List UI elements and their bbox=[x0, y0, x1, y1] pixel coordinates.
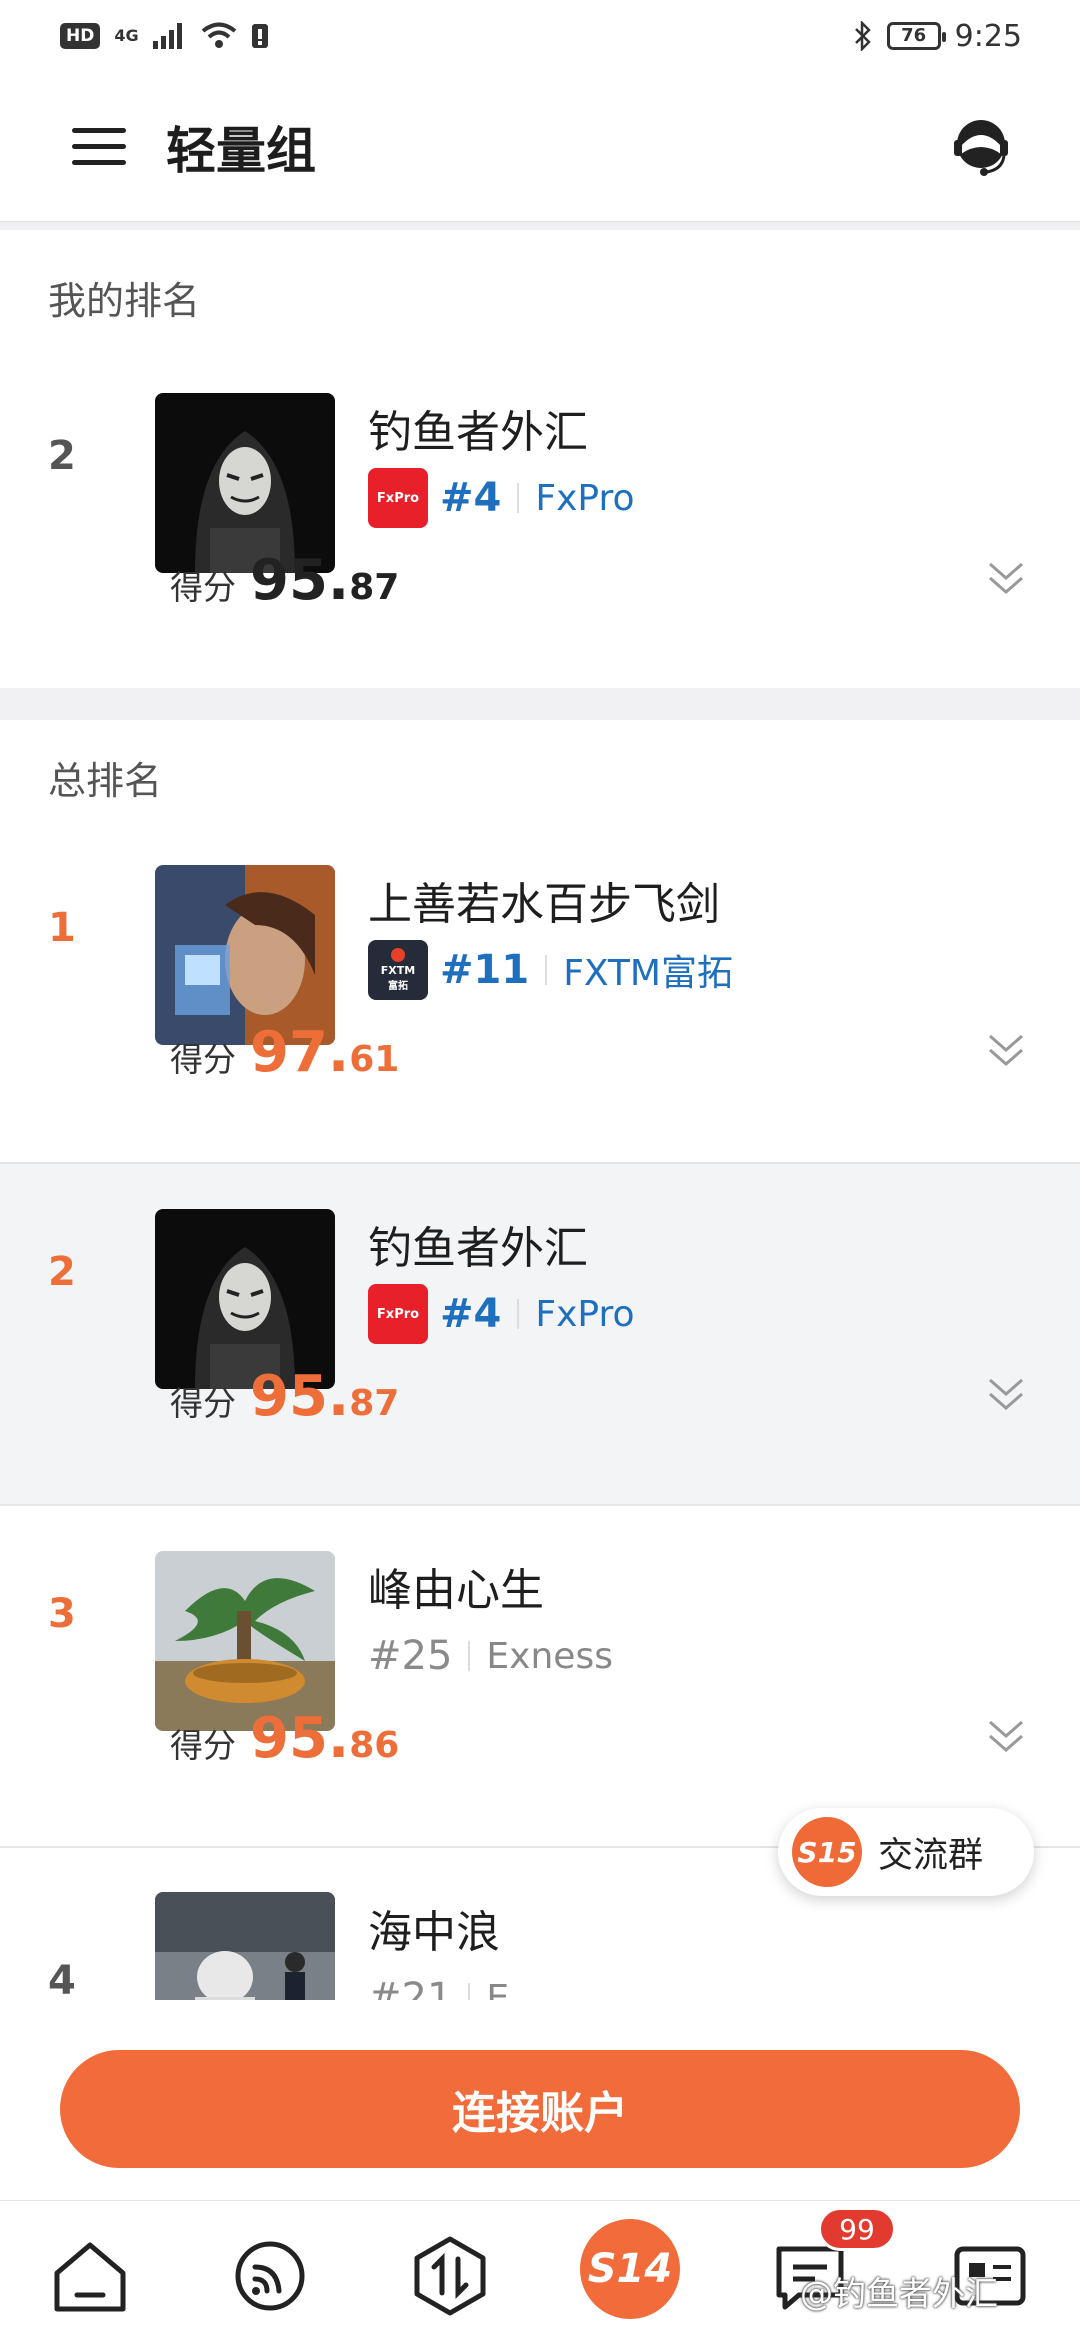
avatar bbox=[155, 1209, 335, 1389]
score: 得分 95. 87 bbox=[170, 548, 399, 613]
divider bbox=[517, 483, 520, 513]
account-number: #4 bbox=[440, 1291, 502, 1337]
score: 得分 95. 87 bbox=[170, 1364, 399, 1429]
score-decimal: 86 bbox=[349, 1725, 400, 1766]
hd-indicator: HD bbox=[60, 23, 101, 49]
trader-name: 钓鱼者外汇 bbox=[368, 407, 588, 458]
battery-level: 76 bbox=[886, 22, 946, 50]
fxpro-logo: FxPro bbox=[368, 468, 428, 528]
clock: 9:25 bbox=[954, 18, 1022, 54]
status-bar: HD 4G 76 9:25 bbox=[0, 0, 1080, 72]
broker-link[interactable]: FXTM富拓 bbox=[563, 944, 733, 996]
chevron-down-icon[interactable] bbox=[984, 1030, 1028, 1070]
page-title: 轻量组 bbox=[166, 121, 316, 180]
feed-icon[interactable] bbox=[225, 2231, 315, 2321]
score-decimal: 87 bbox=[349, 1383, 400, 1424]
score-decimal: 87 bbox=[349, 567, 400, 608]
score: 得分 95. 86 bbox=[170, 1706, 399, 1771]
ranking-row-3[interactable]: 3 峰由心生 #25 Exness 得分 95. 86 bbox=[0, 1504, 1080, 1846]
account-number: #4 bbox=[440, 475, 502, 521]
customer-service-icon[interactable] bbox=[948, 114, 1014, 180]
chevron-down-icon[interactable] bbox=[984, 1716, 1028, 1756]
trader-name: 钓鱼者外汇 bbox=[368, 1223, 588, 1274]
bluetooth-icon bbox=[854, 21, 871, 51]
status-right: 76 9:25 bbox=[853, 19, 1022, 54]
total-ranking-title: 总排名 bbox=[48, 759, 163, 803]
chevron-down-icon[interactable] bbox=[984, 1374, 1028, 1414]
score-integer: 95. bbox=[250, 1364, 350, 1429]
chat-group-button[interactable]: S15 交流群 bbox=[778, 1808, 1034, 1896]
connect-account-button[interactable]: 连接账户 bbox=[60, 2050, 1020, 2168]
account-meta: FxPro #4 FxPro bbox=[368, 1284, 634, 1344]
fxtm-logo: FXTM 富拓 bbox=[368, 940, 428, 1000]
ranking-row-2[interactable]: 2 钓鱼者外汇 FxPro #4 FxPro 得分 95. 87 bbox=[0, 1162, 1080, 1504]
score: 得分 97. 61 bbox=[170, 1020, 399, 1085]
my-ranking-title: 我的排名 bbox=[48, 279, 201, 323]
avatar bbox=[155, 865, 335, 1045]
alert-icon bbox=[251, 24, 268, 48]
trader-name: 海中浪 bbox=[368, 1907, 500, 1958]
signal-icon bbox=[152, 23, 182, 49]
status-left: HD 4G bbox=[60, 22, 269, 50]
account-meta: FxPro #4 FxPro bbox=[368, 468, 634, 528]
top-app-bar: 轻量组 bbox=[0, 72, 1080, 222]
account-meta: #25 Exness bbox=[368, 1626, 613, 1686]
competition-s14-button[interactable]: S14 bbox=[580, 2219, 680, 2319]
score-label: 得分 bbox=[170, 1384, 236, 1423]
connect-bar: 连接账户 bbox=[0, 2000, 1080, 2200]
rank-number: 2 bbox=[48, 1249, 76, 1295]
score-integer: 95. bbox=[250, 548, 350, 613]
chat-group-label: 交流群 bbox=[878, 1835, 984, 1876]
watermark: @钓鱼者外汇 bbox=[800, 2274, 998, 2313]
divider bbox=[468, 1641, 471, 1671]
my-ranking-section: 我的排名 2 钓鱼者外汇 FxPro #4 FxPro 得分 95. 87 bbox=[0, 230, 1080, 688]
rank-number: 3 bbox=[48, 1591, 76, 1637]
account-meta: FXTM 富拓 #11 FXTM富拓 bbox=[368, 940, 733, 1000]
broker-link[interactable]: Exness bbox=[486, 1636, 613, 1677]
my-ranking-row[interactable]: 2 钓鱼者外汇 FxPro #4 FxPro 得分 95. 87 bbox=[0, 348, 1080, 688]
avatar bbox=[155, 1551, 335, 1731]
app-screen: HD 4G 76 9:25 轻量组 我的排名 2 钓鱼者外汇 FxPro #4 … bbox=[0, 0, 1080, 2340]
score-decimal: 61 bbox=[349, 1039, 400, 1080]
rank-number: 2 bbox=[48, 433, 76, 479]
score-label: 得分 bbox=[170, 1726, 236, 1765]
broker-link[interactable]: FxPro bbox=[535, 1294, 634, 1335]
home-icon[interactable] bbox=[45, 2231, 135, 2321]
message-count-badge: 99 bbox=[818, 2207, 896, 2251]
chevron-down-icon[interactable] bbox=[984, 558, 1028, 598]
divider bbox=[517, 1299, 520, 1329]
score-label: 得分 bbox=[170, 568, 236, 607]
fxpro-logo: FxPro bbox=[368, 1284, 428, 1344]
network-type: 4G bbox=[114, 26, 139, 45]
bottom-nav: S14 99 @钓鱼者外汇 bbox=[0, 2200, 1080, 2340]
divider bbox=[545, 955, 548, 985]
score-label: 得分 bbox=[170, 1040, 236, 1079]
score-integer: 97. bbox=[250, 1020, 350, 1085]
menu-icon[interactable] bbox=[72, 126, 126, 168]
trade-icon[interactable] bbox=[405, 2231, 495, 2321]
avatar bbox=[155, 393, 335, 573]
s15-badge-icon: S15 bbox=[792, 1817, 862, 1887]
rank-number: 4 bbox=[48, 1958, 76, 2004]
wifi-icon bbox=[201, 22, 236, 48]
broker-link[interactable]: FxPro bbox=[535, 478, 634, 519]
account-number: #11 bbox=[440, 947, 530, 993]
ranking-row-1[interactable]: 1 上善若水百步飞剑 FXTM 富拓 #11 FXTM富拓 得分 97. 61 bbox=[0, 820, 1080, 1162]
trader-name: 上善若水百步飞剑 bbox=[368, 879, 720, 930]
account-number: #25 bbox=[368, 1633, 453, 1679]
avatar bbox=[155, 1892, 335, 2010]
rank-number: 1 bbox=[48, 905, 76, 951]
score-integer: 95. bbox=[250, 1706, 350, 1771]
trader-name: 峰由心生 bbox=[368, 1565, 544, 1616]
